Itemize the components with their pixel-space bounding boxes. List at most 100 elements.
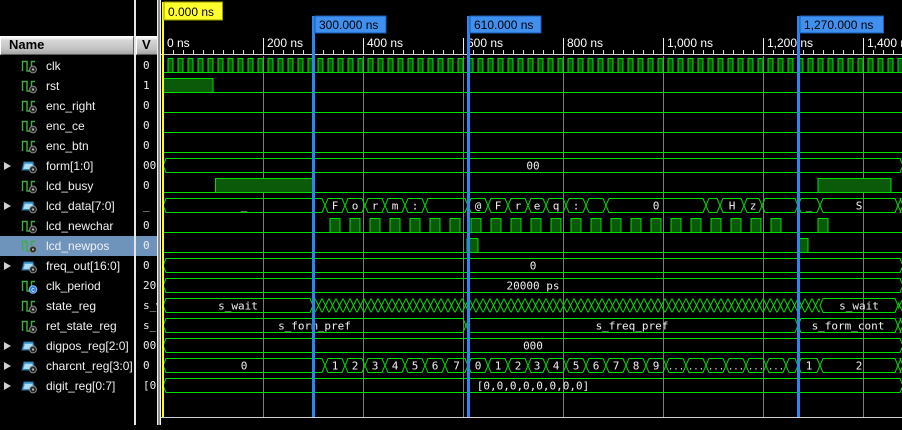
signal-value-digit-reg-0-7: [0,0,0,0,0,0,0,0] xyxy=(136,376,158,396)
wave-clk-period: 20000 ps xyxy=(163,279,902,293)
svg-text:2: 2 xyxy=(352,360,359,373)
signal-row-charcnt-reg-3-0[interactable]: charcnt_reg[3:0] xyxy=(0,356,134,376)
constant-signal-icon: c xyxy=(21,278,38,294)
expand-arrow-icon[interactable] xyxy=(4,262,11,270)
svg-text:r: r xyxy=(515,200,522,213)
svg-text:z: z xyxy=(750,200,757,213)
svg-text:F: F xyxy=(332,200,339,213)
bus-signal-icon xyxy=(21,338,38,354)
signal-row-state-reg[interactable]: state_reg xyxy=(0,296,134,316)
expand-arrow-icon[interactable] xyxy=(4,202,11,210)
scalar-signal-icon xyxy=(21,118,38,134)
signal-name: digpos_reg[2:0] xyxy=(46,339,129,353)
svg-text:800 ns: 800 ns xyxy=(567,36,603,50)
svg-text:...: ... xyxy=(728,363,744,373)
svg-text:1,000 ns: 1,000 ns xyxy=(667,36,713,50)
time-cursor-610-000-ns[interactable]: 610.000 ns xyxy=(469,16,542,417)
signal-row-enc-btn[interactable]: enc_btn xyxy=(0,136,134,156)
signal-row-lcd-data-7-0[interactable]: lcd_data[7:0] xyxy=(0,196,134,216)
wave-digpos-reg-2-0: 000 xyxy=(163,339,902,353)
signal-name: freq_out[16:0] xyxy=(46,259,120,273)
time-ruler[interactable]: 0 ns200 ns400 ns600 ns800 ns1,000 ns1,20… xyxy=(167,36,902,54)
signal-row-digit-reg-0-7[interactable]: digit_reg[0:7] xyxy=(0,376,134,396)
bus-signal-icon xyxy=(21,158,38,174)
wave-lcd-newchar xyxy=(163,219,902,233)
signal-value-digpos-reg-2-0: 000 xyxy=(136,336,158,356)
wave-clk xyxy=(163,59,902,73)
expand-arrow-icon[interactable] xyxy=(4,362,11,370)
svg-text:1,200 ns: 1,200 ns xyxy=(767,36,813,50)
signal-row-lcd-newpos[interactable]: lcd_newpos xyxy=(0,236,134,256)
signal-row-rst[interactable]: rst xyxy=(0,76,134,96)
svg-text:F: F xyxy=(495,200,502,213)
svg-text:4: 4 xyxy=(392,360,399,373)
signal-value-lcd-busy: 0 xyxy=(136,176,158,196)
svg-text:s_freq_pref: s_freq_pref xyxy=(596,320,669,333)
svg-text:3: 3 xyxy=(372,360,379,373)
signal-name: charcnt_reg[3:0] xyxy=(46,359,133,373)
signal-row-enc-right[interactable]: enc_right xyxy=(0,96,134,116)
time-cursor-300-000-ns[interactable]: 300.000 ns xyxy=(314,16,387,417)
signal-row-lcd-newchar[interactable]: lcd_newchar xyxy=(0,216,134,236)
scalar-signal-icon xyxy=(21,78,38,94)
signal-value-state-reg: s_wait xyxy=(136,296,158,316)
svg-text:1: 1 xyxy=(495,360,502,373)
svg-text:610.000 ns: 610.000 ns xyxy=(474,18,533,32)
wave-digit-reg-0-7: [0,0,0,0,0,0,0,0] xyxy=(163,379,902,393)
signal-row-lcd-busy[interactable]: lcd_busy xyxy=(0,176,134,196)
expand-arrow-icon[interactable] xyxy=(4,382,11,390)
svg-text:2: 2 xyxy=(515,360,522,373)
bus-signal-icon xyxy=(21,258,38,274)
svg-text::: : xyxy=(573,200,580,213)
scalar-signal-icon xyxy=(21,238,38,254)
signal-row-digpos-reg-2-0[interactable]: digpos_reg[2:0] xyxy=(0,336,134,356)
expand-arrow-icon[interactable] xyxy=(4,162,11,170)
signal-row-freq-out-16-0[interactable]: freq_out[16:0] xyxy=(0,256,134,276)
scalar-signal-icon xyxy=(21,298,38,314)
svg-text:q: q xyxy=(553,200,560,213)
svg-text:1: 1 xyxy=(332,360,339,373)
signal-name: clk xyxy=(46,59,61,73)
svg-text:1: 1 xyxy=(806,360,813,373)
svg-text:@: @ xyxy=(475,200,482,213)
signal-name: state_reg xyxy=(46,299,96,313)
svg-text:9: 9 xyxy=(653,360,660,373)
signal-row-clk[interactable]: clk xyxy=(0,56,134,76)
svg-text:5: 5 xyxy=(573,360,580,373)
time-cursor-1-270-000-ns[interactable]: 1,270.000 ns xyxy=(799,16,884,417)
svg-text:0 ns: 0 ns xyxy=(167,36,190,50)
wave-rst xyxy=(163,79,902,93)
signal-value-enc-right: 0 xyxy=(136,96,158,116)
signal-value-ret-state-reg: s_form_pref xyxy=(136,316,158,336)
signal-value-enc-ce: 0 xyxy=(136,116,158,136)
svg-text:...: ... xyxy=(708,363,724,373)
signal-row-ret-state-reg[interactable]: ret_state_reg xyxy=(0,316,134,336)
signal-value-freq-out-16-0: 0 xyxy=(136,256,158,276)
svg-text:1,400 ns: 1,400 ns xyxy=(867,36,902,50)
waveform-canvas[interactable]: 0 ns200 ns400 ns600 ns800 ns1,000 ns1,20… xyxy=(161,0,902,425)
signal-name: lcd_newchar xyxy=(46,219,113,233)
signal-row-form-1-0[interactable]: form[1:0] xyxy=(0,156,134,176)
signal-name: lcd_busy xyxy=(46,179,93,193)
signal-value-clk-period: 20000 ps xyxy=(136,276,158,296)
signal-row-clk-period[interactable]: cclk_period xyxy=(0,276,134,296)
scalar-signal-icon xyxy=(21,98,38,114)
svg-text:_: _ xyxy=(241,200,248,213)
svg-text:...: ... xyxy=(748,363,764,373)
wave-lcd-newpos xyxy=(163,239,902,253)
svg-text:20000 ps: 20000 ps xyxy=(507,280,560,293)
signal-row-enc-ce[interactable]: enc_ce xyxy=(0,116,134,136)
svg-text:m: m xyxy=(392,200,399,213)
name-column-header[interactable]: Name xyxy=(0,36,134,55)
svg-text:...: ... xyxy=(768,363,784,373)
value-column-header[interactable]: V xyxy=(136,36,158,55)
expand-arrow-icon[interactable] xyxy=(4,342,11,350)
svg-text:1,270.000 ns: 1,270.000 ns xyxy=(804,18,873,32)
signal-name: enc_btn xyxy=(46,139,89,153)
svg-text:600 ns: 600 ns xyxy=(467,36,503,50)
svg-text:4: 4 xyxy=(553,360,560,373)
signal-name: enc_right xyxy=(46,99,95,113)
svg-text:s_wait: s_wait xyxy=(218,300,258,313)
waveform-panel[interactable]: 0 ns200 ns400 ns600 ns800 ns1,000 ns1,20… xyxy=(161,0,902,425)
signal-name: lcd_data[7:0] xyxy=(46,199,115,213)
